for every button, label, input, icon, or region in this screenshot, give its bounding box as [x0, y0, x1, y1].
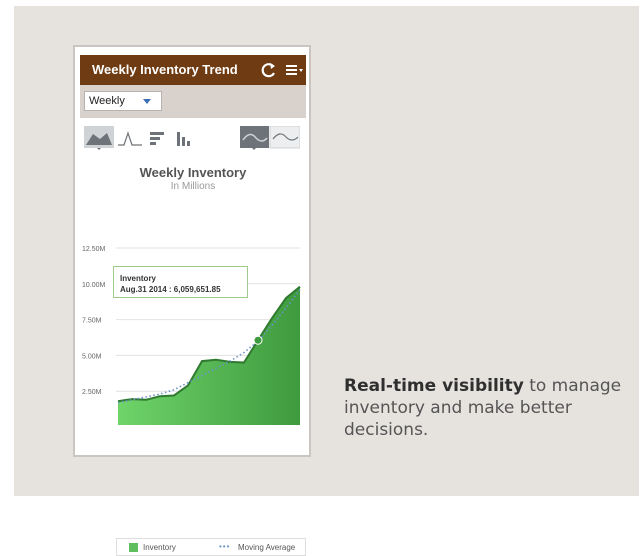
inventory-chart: Weekly Inventory In Millions 12.50M 10.00… — [80, 155, 306, 556]
phone-frame: Weekly Inventory Trend Weekly Weekly Inv… — [73, 45, 311, 556]
tooltip-series: Inventory — [120, 274, 157, 283]
legend-inventory[interactable]: Inventory — [143, 543, 176, 552]
chevron-down-icon — [143, 99, 151, 104]
refresh-icon[interactable] — [260, 60, 278, 80]
y-tick-label: 5.00M — [82, 353, 102, 360]
menu-icon[interactable] — [284, 60, 304, 80]
chart-tooltip: Inventory Aug.31 2014 : 6,059,651.85 — [113, 266, 248, 298]
area-chart-icon[interactable] — [84, 126, 114, 150]
highlighted-point — [253, 335, 263, 345]
chart-type-toolbar — [80, 124, 306, 154]
filter-bar: Weekly — [80, 85, 306, 118]
trend-view-toggle[interactable] — [240, 126, 300, 150]
legend-moving-average[interactable]: Moving Average — [238, 543, 295, 552]
y-tick-label: 12.50M — [82, 246, 106, 253]
period-select[interactable]: Weekly — [84, 91, 162, 111]
inventory-legend-swatch — [129, 543, 138, 552]
period-select-value: Weekly — [89, 95, 125, 107]
line-chart-icon[interactable] — [116, 126, 144, 150]
tooltip-value: Aug.31 2014 : 6,059,651.85 — [120, 285, 221, 294]
bar-chart-icon[interactable] — [146, 126, 170, 150]
chart-legend: Inventory ••• Moving Average — [116, 538, 306, 556]
app-header: Weekly Inventory Trend — [80, 55, 306, 85]
y-tick-label: 2.50M — [82, 389, 102, 396]
moving-average-legend-swatch: ••• — [219, 542, 231, 551]
marketing-caption: Real-time visibility to manage inventory… — [344, 375, 624, 441]
app-title: Weekly Inventory Trend — [92, 62, 238, 77]
y-tick-label: 7.50M — [82, 318, 102, 325]
column-chart-icon[interactable] — [172, 126, 198, 150]
y-tick-label: 10.00M — [82, 282, 106, 289]
caption-bold: Real-time visibility — [344, 376, 524, 396]
